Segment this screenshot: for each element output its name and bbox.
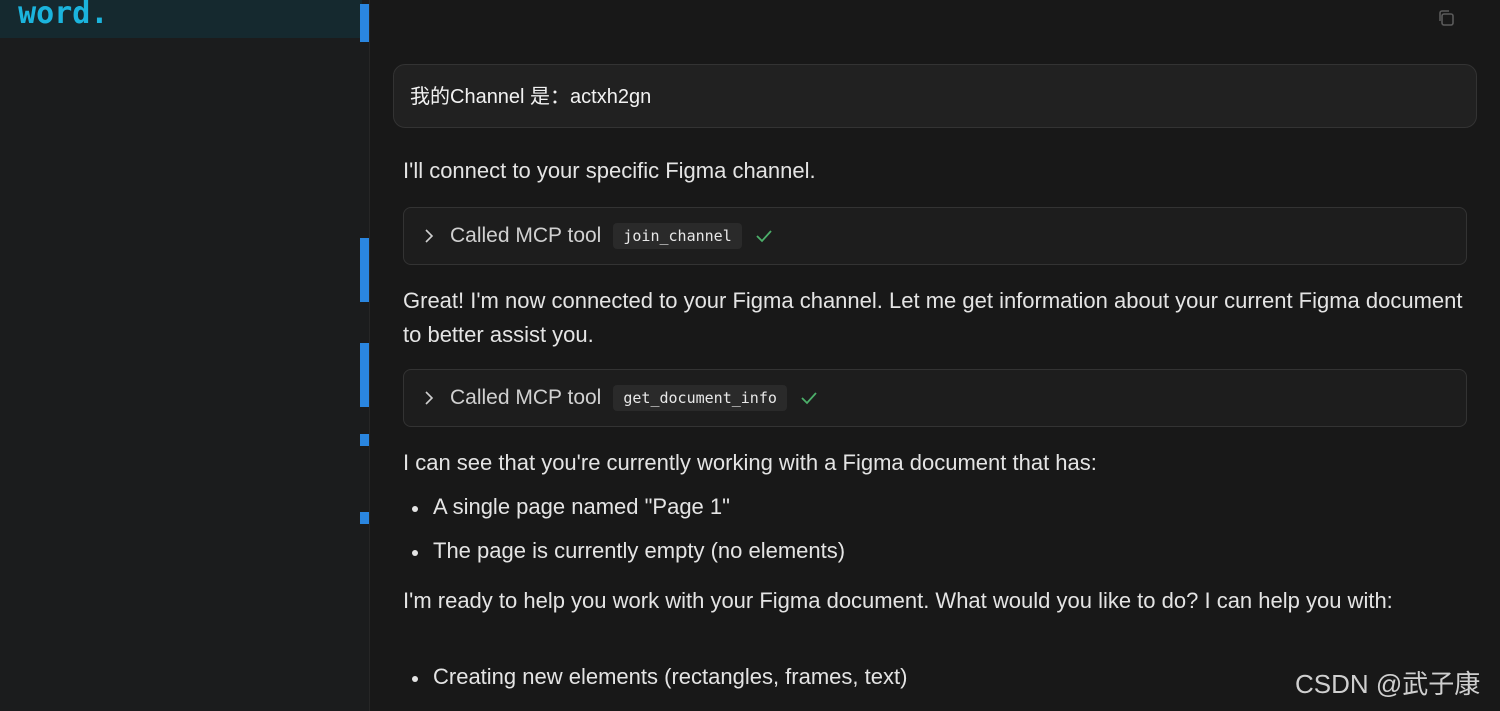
capabilities-list: Creating new elements (rectangles, frame… — [403, 660, 907, 704]
gutter-change-marker — [360, 343, 369, 407]
copy-icon[interactable] — [1436, 8, 1456, 28]
editor-line-text: n word. — [0, 0, 109, 31]
tool-name-badge: get_document_info — [613, 385, 787, 411]
list-item: The page is currently empty (no elements… — [403, 534, 845, 578]
assistant-connected-text: Great! I'm now connected to your Figma c… — [403, 288, 1463, 347]
code-editor-pane: n word. — [0, 0, 370, 711]
gutter-change-marker — [360, 434, 369, 446]
tool-name-badge: join_channel — [613, 223, 742, 249]
watermark: CSDN @武子康 — [1295, 669, 1481, 699]
gutter-change-marker — [360, 512, 369, 524]
editor-highlighted-line: n word. — [0, 0, 362, 38]
tool-call-get-document-info[interactable]: Called MCP tool get_document_info — [403, 369, 1467, 427]
list-item: Creating new elements (rectangles, frame… — [403, 660, 907, 704]
tool-call-join-channel[interactable]: Called MCP tool join_channel — [403, 207, 1467, 265]
user-message-bubble[interactable]: 我的Channel 是：actxh2gn — [393, 64, 1477, 128]
tool-call-label: Called MCP tool — [450, 224, 602, 247]
gutter-change-marker — [360, 238, 369, 302]
gutter-change-marker — [360, 4, 369, 42]
chat-panel: 我的Channel 是：actxh2gn I'll connect to you… — [370, 0, 1500, 711]
doc-info-list: A single page named "Page 1" The page is… — [403, 490, 845, 578]
list-item: A single page named "Page 1" — [403, 490, 845, 534]
checkmark-icon — [756, 230, 772, 243]
chevron-right-icon — [425, 229, 434, 243]
assistant-offer-text: I'm ready to help you work with your Fig… — [403, 588, 1393, 613]
chevron-right-icon — [425, 391, 434, 405]
assistant-doc-summary: I can see that you're currently working … — [403, 450, 1097, 475]
assistant-intro-text: I'll connect to your specific Figma chan… — [403, 158, 816, 183]
tool-call-label: Called MCP tool — [450, 386, 602, 409]
checkmark-icon — [801, 392, 817, 405]
